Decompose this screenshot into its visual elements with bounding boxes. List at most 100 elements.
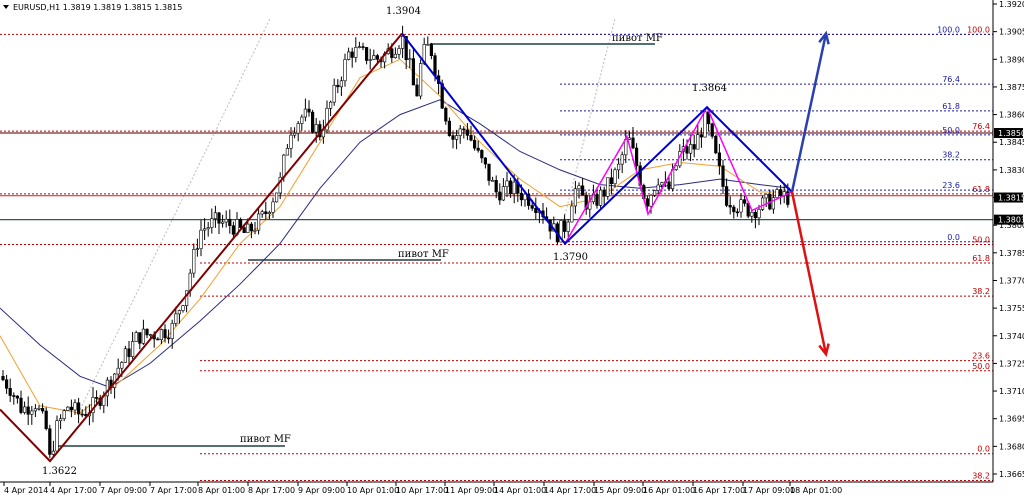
candle-body	[447, 120, 452, 136]
candle-body	[192, 249, 196, 274]
candle-body	[602, 189, 606, 197]
candle-body	[1, 376, 5, 381]
fib-blue-label: 0.0	[947, 233, 960, 242]
candle-body	[534, 208, 538, 213]
candle-body	[40, 408, 45, 412]
candle-body	[483, 157, 488, 165]
candle-body	[508, 180, 513, 194]
candle-body	[778, 189, 783, 196]
candle-body	[332, 84, 336, 103]
candle-body	[364, 47, 369, 61]
candle-body	[149, 334, 153, 336]
candle-body	[30, 410, 34, 415]
candle-body	[426, 43, 430, 46]
candle-body	[418, 63, 423, 97]
candle-body	[505, 180, 509, 187]
candle-body	[451, 135, 455, 140]
candle-body	[462, 128, 466, 131]
price-tag-label: 1.3815	[998, 194, 1024, 203]
y-tick-label: 1.3740	[999, 332, 1024, 341]
candle-body	[408, 58, 412, 61]
candle-body	[303, 108, 308, 118]
candle-body	[343, 59, 347, 82]
candle-body	[573, 188, 577, 207]
candle-body	[170, 323, 174, 339]
x-tick-label: 4 Apr 17:00	[50, 486, 97, 495]
candle-body	[764, 193, 768, 199]
candle-body	[12, 395, 16, 397]
candle-body	[454, 135, 459, 140]
candle-body	[652, 190, 657, 196]
candle-body	[735, 211, 739, 214]
candle-body	[703, 111, 707, 138]
candle-body	[206, 227, 210, 230]
candle-body	[336, 84, 340, 88]
candle-body	[609, 177, 613, 185]
candle-body	[199, 229, 203, 249]
candle-body	[195, 248, 200, 250]
candle-body	[494, 180, 498, 193]
y-tick-label: 1.3695	[999, 415, 1024, 424]
candle-body	[433, 55, 437, 77]
header: EURUSD,H1 1.3819 1.3819 1.3815 1.3815	[3, 3, 182, 12]
candle-body	[631, 137, 635, 149]
candle-body	[721, 165, 725, 187]
candle-body	[174, 313, 178, 324]
candle-body	[300, 116, 304, 124]
candle-body	[15, 395, 20, 399]
price-tag-label: 1.3803	[998, 216, 1024, 225]
symbol-info: EURUSD,H1 1.3819 1.3819 1.3815 1.3815	[13, 3, 182, 12]
annotation-pivot-low: пивот MF	[240, 434, 291, 445]
candle-body	[138, 332, 142, 344]
candle-body	[634, 147, 639, 167]
candle-body	[393, 53, 398, 58]
y-tick-label: 1.3845	[999, 138, 1024, 147]
candle-body	[346, 51, 351, 60]
candle-body	[289, 134, 293, 149]
annotation-pivot-mid: пивот MF	[398, 249, 449, 260]
candle-body	[570, 205, 574, 223]
candle-body	[717, 152, 721, 167]
chart-canvas: 100.076.461.850.061.838.223.650.00.038.2…	[0, 0, 1024, 495]
candle-body	[253, 229, 257, 232]
candle-body	[73, 402, 77, 411]
fib-blue-label: 61.8	[942, 102, 960, 111]
candle-body	[775, 189, 779, 199]
candle-body	[274, 192, 279, 203]
candle-body	[692, 144, 696, 150]
candle-body	[264, 211, 268, 215]
candle-body	[217, 212, 221, 224]
candle-body	[177, 310, 182, 315]
candle-body	[397, 48, 401, 55]
y-tick-label: 1.3875	[999, 83, 1024, 92]
fib-red-label: 61.8	[972, 185, 990, 194]
candle-body	[131, 341, 135, 357]
x-tick-label: 8 Apr 01:00	[198, 486, 245, 495]
candle-body	[26, 406, 30, 415]
candle-body	[530, 205, 534, 209]
candle-body	[487, 163, 491, 181]
candle-body	[221, 221, 225, 224]
candle-body	[480, 150, 484, 159]
y-tick-label: 1.3770	[999, 276, 1024, 285]
candle-body	[22, 406, 27, 413]
candle-body	[674, 165, 678, 170]
candle-body	[120, 362, 124, 369]
fib-red-label: 23.6	[972, 352, 990, 361]
candle-body	[292, 132, 297, 136]
candle-body	[750, 211, 754, 217]
x-tick-label: 10 Apr 01:00	[347, 486, 399, 495]
candle-body	[163, 329, 167, 339]
candle-body	[246, 223, 250, 233]
candle-body	[8, 388, 12, 396]
candle-body	[271, 201, 275, 213]
y-tick-label: 1.3890	[999, 55, 1024, 64]
fib-blue-label: 38.2	[942, 151, 960, 160]
candle-body	[699, 134, 703, 138]
candle-body	[519, 192, 523, 201]
candle-body	[732, 206, 736, 213]
fib-red-label: 100.0	[967, 25, 990, 34]
candle-body	[285, 148, 290, 156]
candle-body	[55, 420, 59, 452]
candle-body	[656, 184, 660, 191]
